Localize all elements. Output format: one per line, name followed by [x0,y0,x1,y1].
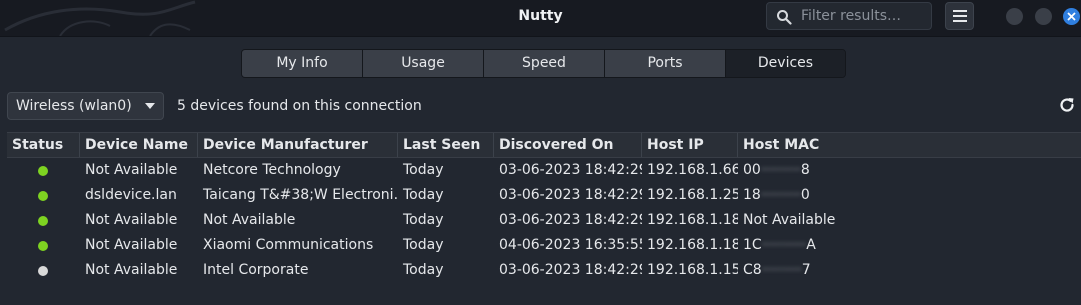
cell-status [7,233,80,258]
cell-last-seen: Today [403,212,444,228]
chevron-down-icon [145,103,155,109]
table-header: Status Device Name Device Manufacturer L… [7,132,1081,158]
cell-manufacturer: Xiaomi Communications [203,237,374,253]
mac-suffix: 7 [801,262,811,278]
menu-button[interactable] [945,2,974,30]
cell-last-seen: Today [403,262,444,278]
mac-redacted: ········· [761,262,802,278]
cell-host-ip: 192.168.1.156 [647,262,738,278]
tab-ports[interactable]: Ports [605,50,726,77]
cell-host-ip: 192.168.1.184 [647,237,738,253]
column-header-discovered-on[interactable]: Discovered On [494,133,642,157]
mac-prefix: 00 [743,162,761,178]
mac-prefix: 1C [743,237,762,253]
column-header-host-ip[interactable]: Host IP [642,133,738,157]
cell-host-mac: 1C··········A [738,233,1038,258]
table-row[interactable]: Not Available Not Available Today 03-06-202… [7,208,1081,233]
cell-device-name: Not Available [85,237,178,253]
mac-prefix: 18 [743,187,761,203]
cell-last-seen: Today [403,187,444,203]
cell-host-mac: 00·········8 [738,158,1038,183]
refresh-icon[interactable] [1058,96,1076,114]
header-bar: Nutty Filter results… [0,0,1081,37]
tab-my-info[interactable]: My Info [242,50,363,77]
cell-host-mac: C8·········7 [738,258,1038,283]
cell-last-seen: Today [403,162,444,178]
column-header-device-manufacturer[interactable]: Device Manufacturer [198,133,398,157]
cell-host-ip: 192.168.1.66 [647,162,738,178]
cell-manufacturer: Not Available [203,212,296,228]
mac-suffix: 0 [800,187,810,203]
app-window: Nutty Filter results… My Info Usage Spee… [0,0,1081,305]
cell-discovered-on: 03-06-2023 18:42:29 [499,212,642,228]
close-button[interactable] [1063,8,1080,25]
status-dot-icon [38,241,48,251]
search-input[interactable]: Filter results… [766,2,932,30]
interface-select-value: Wireless (wlan0) [16,98,132,114]
column-header-host-mac[interactable]: Host MAC [738,133,1081,157]
table-row[interactable]: dsldevice.lan Taicang T&#38;W Electroni… T… [7,183,1081,208]
mac-prefix: Not Available [743,212,836,228]
column-header-last-seen[interactable]: Last Seen [398,133,494,157]
tab-speed[interactable]: Speed [484,50,605,77]
cell-status [7,208,80,233]
cell-status [7,158,80,183]
table-row[interactable]: Not Available Xiaomi Communications Today 0… [7,233,1081,258]
table-body: Not Available Netcore Technology Today 03-0… [7,158,1081,283]
minimize-button[interactable] [1006,8,1023,25]
status-dot-icon [38,191,48,201]
close-icon [1067,12,1076,21]
cell-device-name: Not Available [85,262,178,278]
tab-devices[interactable]: Devices [726,50,845,77]
tab-usage[interactable]: Usage [363,50,484,77]
search-placeholder: Filter results… [801,8,902,24]
devices-found-text: 5 devices found on this connection [177,98,422,114]
cell-host-ip: 192.168.1.188 [647,212,738,228]
cell-discovered-on: 04-06-2023 16:35:55 [499,237,642,253]
status-dot-icon [38,266,48,276]
cell-discovered-on: 03-06-2023 18:42:29 [499,162,642,178]
hamburger-menu-icon [953,10,967,22]
search-icon [777,10,792,25]
cell-device-name: dsldevice.lan [85,187,177,203]
mac-suffix: 8 [800,162,810,178]
cell-last-seen: Today [403,237,444,253]
table-row[interactable]: Not Available Netcore Technology Today 03-0… [7,158,1081,183]
cell-device-name: Not Available [85,212,178,228]
status-dot-icon [38,166,48,176]
column-header-status[interactable]: Status [7,133,80,157]
cell-device-name: Not Available [85,162,178,178]
cell-host-ip: 192.168.1.254 [647,187,738,203]
mac-redacted: ········· [760,187,801,203]
cell-status [7,258,80,283]
cell-manufacturer: Taicang T&#38;W Electroni… [203,187,398,203]
cell-discovered-on: 03-06-2023 18:42:29 [499,262,642,278]
cell-host-mac: Not Available [738,208,1038,233]
mac-prefix: C8 [743,262,762,278]
interface-select[interactable]: Wireless (wlan0) [7,92,164,120]
cell-discovered-on: 03-06-2023 18:42:29 [499,187,642,203]
column-header-device-name[interactable]: Device Name [80,133,198,157]
cell-manufacturer: Intel Corporate [203,262,309,278]
maximize-button[interactable] [1035,8,1052,25]
mac-suffix: A [806,237,816,253]
cell-manufacturer: Netcore Technology [203,162,341,178]
cell-status [7,183,80,208]
table-row[interactable]: Not Available Intel Corporate Today 03-06-2… [7,258,1081,283]
tab-bar: My Info Usage Speed Ports Devices [241,49,846,78]
status-dot-icon [38,216,48,226]
mac-redacted: ·········· [761,237,807,253]
cell-host-mac: 18·········0 [738,183,1038,208]
devices-table: Status Device Name Device Manufacturer L… [7,132,1081,283]
mac-redacted: ········· [760,162,801,178]
